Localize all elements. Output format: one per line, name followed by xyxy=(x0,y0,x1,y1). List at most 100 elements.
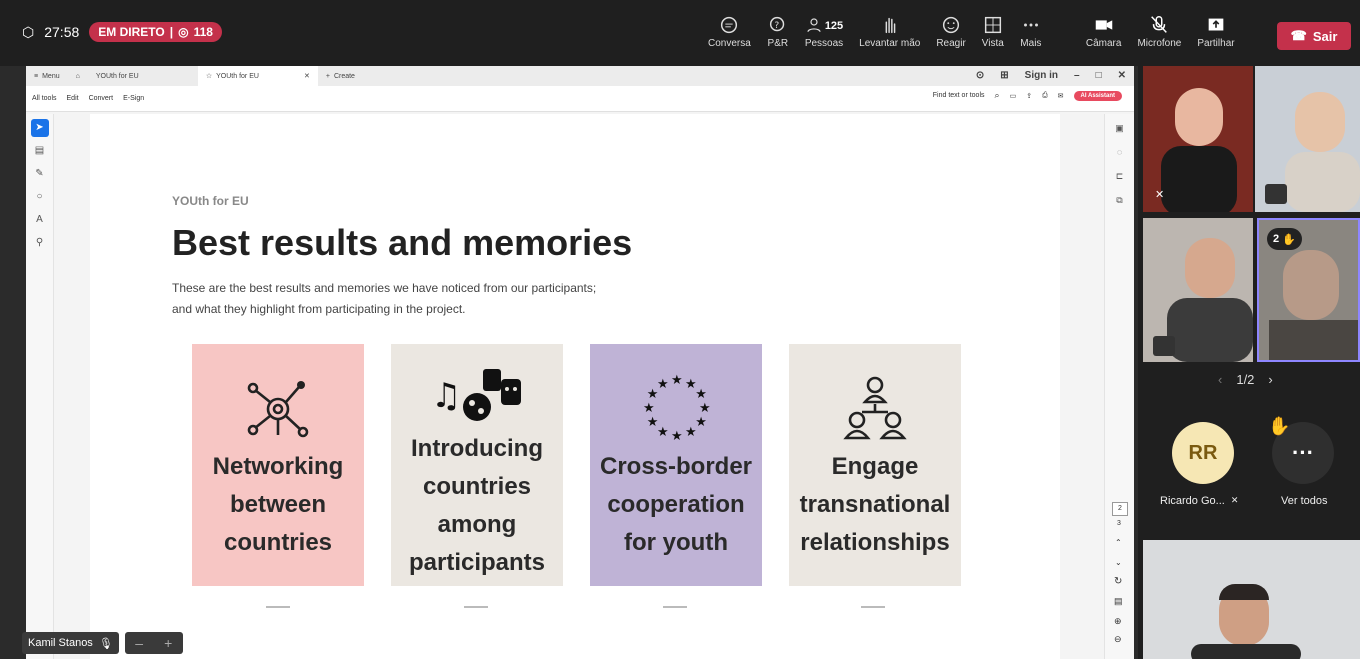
tab-youth-2[interactable]: ☆ YOUth for EU ✕ xyxy=(197,66,318,86)
menu-all-tools[interactable]: All tools xyxy=(32,95,57,102)
star-icon: ☆ xyxy=(205,73,213,80)
live-label: EM DIRETO xyxy=(98,25,165,39)
ai-assistant-button[interactable]: AI Assistant xyxy=(1073,90,1122,101)
self-video[interactable] xyxy=(1143,540,1360,659)
culture-icon: ♫ xyxy=(429,358,525,430)
camera-button[interactable]: Câmara xyxy=(1078,14,1130,58)
chat-icon xyxy=(721,16,738,34)
help-icon[interactable]: ⊙ xyxy=(976,70,984,81)
raise-hand-icon: ✋ xyxy=(1282,233,1296,246)
sign-in-button[interactable]: Sign in xyxy=(1025,70,1058,81)
raised-hand-badge: 2 ✋ xyxy=(1267,228,1302,250)
copy-icon[interactable]: ⧉ xyxy=(1113,195,1127,209)
scroll-down-icon[interactable]: ⌄ xyxy=(1115,558,1122,567)
card-divider xyxy=(663,606,687,608)
view-button[interactable]: Vista xyxy=(974,14,1012,58)
comment-tool-icon[interactable]: ▤ xyxy=(31,142,49,160)
chevron-left-icon[interactable]: ‹ xyxy=(1218,372,1222,387)
react-icon xyxy=(942,16,960,34)
participant-video-active[interactable]: 2 ✋ xyxy=(1257,218,1360,362)
hamburger-icon: ≡ xyxy=(34,72,39,80)
network-icon xyxy=(241,366,315,448)
zoom-controls: – + xyxy=(124,632,183,654)
participant-video[interactable] xyxy=(1143,218,1253,362)
participant-label: Ricardo Go... ✕ xyxy=(1160,495,1239,507)
more-button[interactable]: Mais xyxy=(1012,14,1050,58)
raise-hand-icon xyxy=(885,17,896,34)
rotate-icon[interactable]: ↻ xyxy=(1114,576,1122,587)
edit-icon[interactable]: ▣ xyxy=(1113,123,1127,137)
leave-button[interactable]: ☎ Sair xyxy=(1277,22,1351,50)
mic-off-icon: ✕ xyxy=(1155,189,1165,201)
participant-video[interactable] xyxy=(1255,66,1360,212)
save-icon[interactable]: ▤ xyxy=(1114,596,1123,607)
people-button[interactable]: 125 Pessoas xyxy=(797,14,851,58)
zoom-out-icon[interactable]: – xyxy=(135,635,143,651)
participant-pager: ‹ 1/2 › xyxy=(1218,372,1273,387)
raise-hand-button[interactable]: Levantar mão xyxy=(851,14,928,58)
react-button[interactable]: Reagir xyxy=(928,14,973,58)
find-tools-button[interactable]: Find text or tools xyxy=(933,92,985,99)
text-tool-icon[interactable]: A xyxy=(31,211,49,229)
menu-button[interactable]: ≡ Menu xyxy=(26,66,68,86)
card-divider xyxy=(861,606,885,608)
close-tab-icon[interactable]: ✕ xyxy=(304,72,310,80)
qa-button[interactable]: ? P&R xyxy=(759,14,797,58)
upload-icon[interactable]: ⇪ xyxy=(1026,92,1032,100)
mic-off-icon xyxy=(1265,184,1287,204)
relationships-icon xyxy=(840,366,910,448)
menu-esign[interactable]: E-Sign xyxy=(123,95,144,102)
eu-star: ★ xyxy=(657,425,669,440)
menu-edit[interactable]: Edit xyxy=(67,95,79,102)
zoom-in-icon[interactable]: + xyxy=(164,635,172,651)
tab-youth-1[interactable]: YOUth for EU xyxy=(88,66,198,86)
chat-button[interactable]: Conversa xyxy=(700,14,759,58)
lasso-tool-icon[interactable]: ○ xyxy=(31,188,49,206)
card-introducing: ♫ Introducing countries among participan… xyxy=(391,344,563,586)
more-icon: ··· xyxy=(1292,440,1314,465)
menu-convert[interactable]: Convert xyxy=(89,95,114,102)
view-icon xyxy=(984,16,1001,34)
see-all-label: Ver todos xyxy=(1281,495,1328,507)
select-tool-icon[interactable]: ➤ xyxy=(30,119,49,137)
browser-tabs: ≡ Menu ⌂ YOUth for EU ☆ YOUth for EU ✕ + Cre… xyxy=(26,66,1134,86)
share-icon xyxy=(1208,18,1224,31)
left-tool-rail: ➤ ▤ ✎ ○ A ⚲ xyxy=(26,114,54,659)
slide-description: These are the best results and memories … xyxy=(172,281,597,316)
eu-stars-icon: ★ ★ ★ ★ ★ ★ ★ ★ ★ ★ ★ ★ xyxy=(638,366,714,448)
create-tab-button[interactable]: + Create xyxy=(318,66,363,86)
participant-video[interactable]: ✕ xyxy=(1143,66,1253,212)
eu-star: ★ xyxy=(695,415,707,430)
microphone-button[interactable]: Microfone xyxy=(1129,14,1189,58)
slide-kicker: YOUth for EU xyxy=(172,194,249,208)
bookmark-icon[interactable]: ⊏ xyxy=(1113,171,1127,185)
close-window-icon[interactable]: ✕ xyxy=(1118,70,1126,81)
maximize-icon[interactable]: □ xyxy=(1096,70,1102,81)
stamp-tool-icon[interactable]: ⚲ xyxy=(31,234,49,252)
card-networking: Networking between countries xyxy=(192,344,364,586)
comment-icon[interactable]: ▭ xyxy=(1010,92,1017,100)
print-icon[interactable]: ⎙ xyxy=(1042,92,1048,100)
presenter-name-chip: Kamil Stanos 🎙 xyxy=(22,632,119,654)
viewers-icon: ◎ xyxy=(178,25,189,39)
share-button[interactable]: Partilhar xyxy=(1189,14,1242,58)
presenter-bar: Kamil Stanos 🎙 – + xyxy=(22,632,183,654)
zoom-in-icon[interactable]: ⊕ xyxy=(1114,616,1122,627)
scroll-up-icon[interactable]: ⌃ xyxy=(1115,538,1122,547)
search-icon[interactable]: ⌕ xyxy=(995,90,1000,101)
eu-star: ★ xyxy=(685,425,697,440)
apps-icon[interactable]: ⊞ xyxy=(1000,70,1008,81)
pdf-menubar: All tools Edit Convert E-Sign Find text … xyxy=(26,86,1134,112)
zoom-out-icon[interactable]: ⊖ xyxy=(1114,634,1122,645)
home-button[interactable]: ⌂ xyxy=(68,66,88,86)
mic-off-icon xyxy=(1153,336,1175,356)
minimize-icon[interactable]: – xyxy=(1074,70,1080,81)
page-number[interactable]: 2 xyxy=(1112,502,1128,516)
avatar[interactable]: RR xyxy=(1172,422,1234,484)
pen-tool-icon[interactable]: ✎ xyxy=(31,165,49,183)
page-next: 3 xyxy=(1117,520,1121,527)
comments-icon[interactable]: ◌ xyxy=(1113,147,1127,161)
mail-icon[interactable]: ✉ xyxy=(1058,92,1064,100)
chevron-right-icon[interactable]: › xyxy=(1268,372,1272,387)
more-icon xyxy=(1023,23,1038,27)
